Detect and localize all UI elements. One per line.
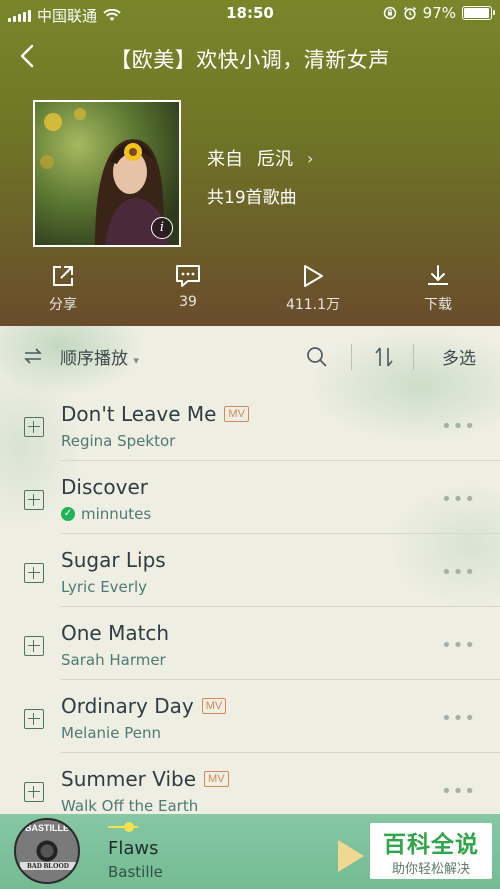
play-mode-button[interactable] <box>22 346 44 370</box>
now-playing-cover[interactable]: BASTILLE BAD BLOOD <box>14 818 80 884</box>
playlist-creator[interactable]: 来自 卮汎 › <box>207 145 313 171</box>
loop-order-icon <box>24 348 42 364</box>
search-button[interactable] <box>306 346 328 372</box>
cover-album-text: BAD BLOOD <box>20 862 76 870</box>
nav-bar: 【欧美】欢快小调，清新女声 <box>0 36 500 76</box>
chevron-right-icon: › <box>307 148 314 168</box>
now-playing-artist: Bastille <box>108 863 163 881</box>
creator-name: 卮汎 <box>257 149 293 170</box>
mv-badge[interactable]: MV <box>201 698 227 714</box>
watermark-sub: 助你轻松解决 <box>391 862 470 877</box>
battery-level <box>464 8 490 18</box>
multi-select-button[interactable]: 多选 <box>442 344 476 369</box>
play-icon <box>304 265 323 287</box>
song-artist: Walk Off the Earth <box>61 797 199 814</box>
action-row: 分享 39 411.1万 下载 <box>0 260 500 320</box>
sort-button[interactable] <box>372 345 396 373</box>
song-title-text: Ordinary Day <box>61 694 194 718</box>
toolbar-divider <box>351 344 352 370</box>
add-to-playlist-icon[interactable] <box>24 636 44 656</box>
song-title: Discover <box>61 475 148 499</box>
song-title-text: Sugar Lips <box>61 548 166 572</box>
play-all-button[interactable]: 411.1万 <box>273 260 353 314</box>
status-right: 97% <box>383 4 495 22</box>
playlist-title: 【欧美】欢快小调，清新女声 <box>110 48 390 72</box>
search-icon <box>307 347 327 367</box>
more-options-icon[interactable]: ••• <box>441 489 476 510</box>
add-to-playlist-icon[interactable] <box>24 490 44 510</box>
song-count: 共19首歌曲 <box>207 188 297 208</box>
caret-down-icon: ▾ <box>133 354 139 367</box>
song-title-text: Discover <box>61 475 148 499</box>
mv-badge[interactable]: MV <box>204 771 229 787</box>
playlist-cover[interactable]: i <box>33 100 181 247</box>
song-artist: Regina Spektor <box>61 432 176 450</box>
song-list-area: 顺序播放 ▾ 多选 Don't Leave Me MV Regina Spekt… <box>0 326 500 814</box>
song-artist-text: minnutes <box>81 505 152 523</box>
song-title: Sugar Lips <box>61 548 166 572</box>
playlist-header: 中国联通 18:50 97% 【欧美】欢快小调，清新女声 i 来自 卮汎 › 共… <box>0 0 500 326</box>
battery-icon <box>462 6 495 20</box>
share-icon <box>53 266 73 286</box>
toolbar-divider <box>413 344 414 370</box>
song-title-text: One Match <box>61 621 170 645</box>
song-artist: Sarah Harmer <box>61 651 166 669</box>
battery-percent: 97% <box>422 4 456 22</box>
add-to-playlist-icon[interactable] <box>24 563 44 583</box>
song-row[interactable]: Don't Leave Me MV Regina Spektor ••• <box>0 388 500 461</box>
song-row[interactable]: Ordinary Day MV Melanie Penn ••• <box>0 680 500 753</box>
from-label: 来自 <box>207 149 243 170</box>
song-row[interactable]: Summer Vibe MV Walk Off the Earth ••• <box>0 753 500 814</box>
info-icon[interactable]: i <box>151 217 173 239</box>
alarm-icon <box>403 6 416 20</box>
more-options-icon[interactable]: ••• <box>441 416 476 437</box>
status-bar: 中国联通 18:50 97% <box>0 0 500 28</box>
song-title-text: Summer Vibe <box>61 767 197 791</box>
mini-player[interactable]: BASTILLE BAD BLOOD Flaws Bastille 百科全说 助… <box>0 814 500 889</box>
add-to-playlist-icon[interactable] <box>24 782 44 802</box>
more-options-icon[interactable]: ••• <box>441 635 476 656</box>
song-title: Don't Leave Me MV <box>61 402 249 426</box>
song-artist: ✓ minnutes <box>61 505 151 523</box>
progress-handle[interactable] <box>124 822 134 832</box>
song-artist: Lyric Everly <box>61 578 148 596</box>
more-options-icon[interactable]: ••• <box>441 708 476 729</box>
downloaded-check-icon: ✓ <box>61 507 75 521</box>
share-button[interactable]: 分享 <box>23 260 103 314</box>
add-to-playlist-icon[interactable] <box>24 709 44 729</box>
download-label: 下载 <box>424 297 452 313</box>
more-options-icon[interactable]: ••• <box>441 781 476 802</box>
play-mode-text: 顺序播放 <box>60 349 128 369</box>
song-title: Summer Vibe MV <box>61 767 229 791</box>
comment-icon <box>176 265 200 287</box>
comment-button[interactable]: 39 <box>148 260 228 310</box>
song-row[interactable]: Discover ✓ minnutes ••• <box>0 461 500 534</box>
song-title: Ordinary Day MV <box>61 694 227 718</box>
cover-band-text: BASTILLE <box>25 823 69 833</box>
play-mode-label[interactable]: 顺序播放 ▾ <box>60 344 139 369</box>
watermark-logo: 百科全说 助你轻松解决 <box>370 823 492 879</box>
download-icon <box>428 265 448 285</box>
play-pause-icon[interactable] <box>338 840 364 872</box>
song-artist: Melanie Penn <box>61 724 161 742</box>
song-title: One Match <box>61 621 169 645</box>
now-playing-title: Flaws <box>108 838 159 859</box>
mv-badge[interactable]: MV <box>224 406 249 422</box>
rotation-lock-icon <box>383 6 396 20</box>
song-title-text: Don't Leave Me <box>61 402 217 426</box>
song-row[interactable]: Sugar Lips Lyric Everly ••• <box>0 534 500 607</box>
share-label: 分享 <box>49 297 77 313</box>
download-button[interactable]: 下载 <box>398 260 478 314</box>
comment-count: 39 <box>179 294 197 310</box>
more-options-icon[interactable]: ••• <box>441 562 476 583</box>
song-row[interactable]: One Match Sarah Harmer ••• <box>0 607 500 680</box>
add-to-playlist-icon[interactable] <box>24 417 44 437</box>
sort-icon <box>375 347 393 367</box>
play-count: 411.1万 <box>285 297 341 313</box>
list-toolbar: 顺序播放 ▾ 多选 <box>0 326 500 386</box>
watermark-main: 百科全说 <box>383 832 479 858</box>
